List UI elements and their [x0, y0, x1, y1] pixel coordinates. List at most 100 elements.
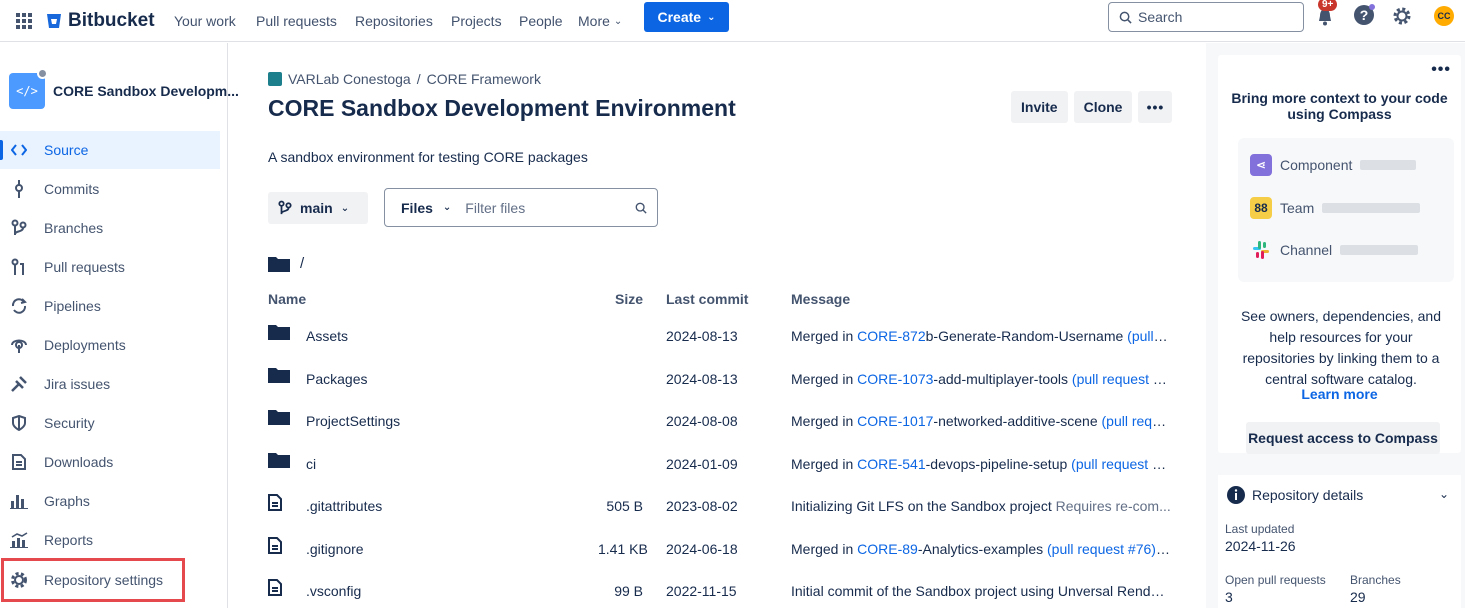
- more-options-icon[interactable]: •••: [1431, 61, 1451, 79]
- sidebar-item-commits[interactable]: Commits: [0, 170, 220, 208]
- pull-request-icon: [10, 258, 28, 276]
- issue-link[interactable]: CORE-541: [857, 456, 925, 472]
- sidebar-item-source[interactable]: Source: [0, 131, 220, 169]
- private-badge-icon: [37, 68, 48, 79]
- table-row[interactable]: .vsconfig 99 B 2022-11-15 Initial commit of…: [268, 569, 1171, 608]
- branches-value[interactable]: 29: [1350, 589, 1366, 605]
- create-button[interactable]: Create ⌄: [644, 2, 729, 32]
- sidebar-item-label: Deployments: [44, 337, 126, 353]
- chevron-down-icon[interactable]: ⌄: [1439, 487, 1449, 501]
- commit-message-tail[interactable]: (pull request #...: [1072, 371, 1171, 387]
- sidebar-item-label: Repository settings: [44, 572, 164, 588]
- filter-files-input[interactable]: Filter files: [465, 200, 635, 216]
- file-name[interactable]: ProjectSettings: [306, 413, 400, 429]
- files-dropdown[interactable]: Files ⌄: [401, 200, 451, 216]
- commit-message-text: Merged in: [791, 413, 858, 429]
- svg-text:?: ?: [1360, 7, 1369, 23]
- file-name[interactable]: Packages: [306, 371, 367, 387]
- sidebar-item-repository-settings[interactable]: Repository settings: [1, 558, 185, 602]
- compass-item-component: ⋖ Component: [1250, 154, 1417, 176]
- commit-message-tail[interactable]: (pull requ...: [1102, 413, 1171, 429]
- commit-message: Merged in CORE-1073-add-multiplayer-tool…: [791, 371, 1171, 387]
- table-row[interactable]: ci 2024-01-09 Merged in CORE-541-devops-pi…: [268, 442, 1171, 484]
- path-text: /: [300, 255, 305, 272]
- sidebar-item-security[interactable]: Security: [0, 404, 220, 442]
- learn-more-link[interactable]: Learn more: [1218, 386, 1461, 402]
- component-icon: ⋖: [1250, 154, 1272, 176]
- nav-people[interactable]: People: [513, 7, 569, 35]
- file-name[interactable]: Assets: [306, 328, 348, 344]
- more-actions-button[interactable]: •••: [1138, 91, 1173, 123]
- invite-button[interactable]: Invite: [1011, 91, 1068, 123]
- file-name[interactable]: ci: [306, 456, 316, 472]
- sidebar-item-label: Jira issues: [44, 376, 111, 392]
- commit-message-text: -Analytics-examples: [917, 540, 1047, 557]
- sidebar-item-label: Branches: [44, 220, 104, 236]
- column-message: Message: [791, 291, 851, 307]
- nav-projects[interactable]: Projects: [445, 7, 508, 35]
- issue-link[interactable]: CORE-89: [857, 541, 918, 557]
- last-commit-date: 2022-11-15: [666, 583, 737, 599]
- open-prs-value[interactable]: 3: [1225, 589, 1233, 605]
- sidebar-item-jira-issues[interactable]: Jira issues: [0, 365, 220, 403]
- settings-gear-icon[interactable]: [1392, 5, 1414, 27]
- sidebar-item-pipelines[interactable]: Pipelines: [0, 287, 220, 325]
- commit-message-text: -networked-additive-scene: [933, 413, 1102, 429]
- nav-repositories[interactable]: Repositories: [349, 7, 439, 35]
- issue-link[interactable]: CORE-1073: [857, 371, 933, 387]
- branch-selector[interactable]: main ⌄: [268, 192, 368, 224]
- nav-your-work[interactable]: Your work: [168, 7, 242, 35]
- breadcrumb-project[interactable]: CORE Framework: [427, 71, 541, 87]
- chevron-down-icon: ⌄: [442, 202, 452, 213]
- search-input[interactable]: Search: [1108, 2, 1304, 32]
- repository-avatar: </>: [9, 68, 48, 109]
- chevron-down-icon: ⌄: [613, 15, 623, 27]
- app-switcher-icon[interactable]: [16, 10, 38, 32]
- commit-message-tail[interactable]: (pull request #...: [1071, 456, 1171, 472]
- sidebar-item-graphs[interactable]: Graphs: [0, 482, 220, 520]
- nav-more-label: More: [578, 13, 610, 29]
- commit-message-text: -add-multiplayer-tools: [933, 370, 1072, 387]
- file-filter: Files ⌄ Filter files: [384, 188, 658, 227]
- request-access-button[interactable]: Request access to Compass: [1246, 422, 1440, 454]
- commit-message: Initial commit of the Sandbox project us…: [791, 583, 1171, 599]
- clone-button[interactable]: Clone: [1073, 91, 1133, 123]
- user-avatar[interactable]: CC: [1434, 6, 1454, 26]
- nav-pull-requests[interactable]: Pull requests: [250, 7, 343, 35]
- commit-message-tail[interactable]: (pull request #76) I...: [1047, 541, 1171, 557]
- bitbucket-logo[interactable]: Bitbucket: [46, 8, 155, 34]
- table-row[interactable]: Assets 2024-08-13 Merged in CORE-872b-Gene…: [268, 314, 1171, 356]
- code-glyph: </>: [16, 84, 38, 98]
- table-row[interactable]: .gitignore 1.41 KB 2024-06-18 Merged in COR…: [268, 527, 1171, 569]
- file-name[interactable]: .gitattributes: [306, 498, 382, 514]
- nav-more[interactable]: More ⌄: [572, 7, 628, 35]
- column-size[interactable]: Size: [598, 291, 643, 307]
- sidebar-item-deployments[interactable]: Deployments: [0, 326, 220, 364]
- current-path: /: [268, 255, 304, 272]
- column-last-commit[interactable]: Last commit: [666, 291, 748, 307]
- column-name[interactable]: Name: [268, 291, 306, 307]
- repository-details-toggle[interactable]: Repository details: [1226, 485, 1363, 505]
- issue-link[interactable]: CORE-872: [857, 328, 925, 344]
- table-row[interactable]: ProjectSettings 2024-08-08 Merged in CORE-…: [268, 399, 1171, 441]
- page-title: CORE Sandbox Development Environment: [268, 95, 736, 121]
- issue-link[interactable]: CORE-1017: [857, 413, 933, 429]
- file-icon: [268, 536, 282, 557]
- breadcrumb-workspace[interactable]: VARLab Conestoga: [288, 71, 411, 87]
- file-name[interactable]: .vsconfig: [306, 583, 361, 599]
- sidebar-item-branches[interactable]: Branches: [0, 209, 220, 247]
- table-row[interactable]: .gitattributes 505 B 2023-08-02 Initializin…: [268, 484, 1171, 526]
- chevron-down-icon: ⌄: [340, 202, 350, 214]
- pipelines-icon: [10, 297, 28, 315]
- file-name[interactable]: .gitignore: [306, 541, 364, 557]
- commit-message-tail: Requires re-com...: [1055, 498, 1171, 514]
- last-updated-label: Last updated: [1225, 522, 1295, 536]
- sidebar-item-downloads[interactable]: Downloads: [0, 443, 220, 481]
- help-icon[interactable]: ?: [1353, 4, 1375, 26]
- table-row[interactable]: Packages 2024-08-13 Merged in CORE-1073-ad…: [268, 357, 1171, 399]
- repository-header[interactable]: </> CORE Sandbox Developm...: [9, 68, 239, 109]
- sidebar-item-pull-requests[interactable]: Pull requests: [0, 248, 220, 286]
- compass-title: Bring more context to your code using Co…: [1231, 90, 1448, 122]
- sidebar-item-reports[interactable]: Reports: [0, 521, 220, 559]
- commit-message-tail[interactable]: (pull re...: [1127, 328, 1171, 344]
